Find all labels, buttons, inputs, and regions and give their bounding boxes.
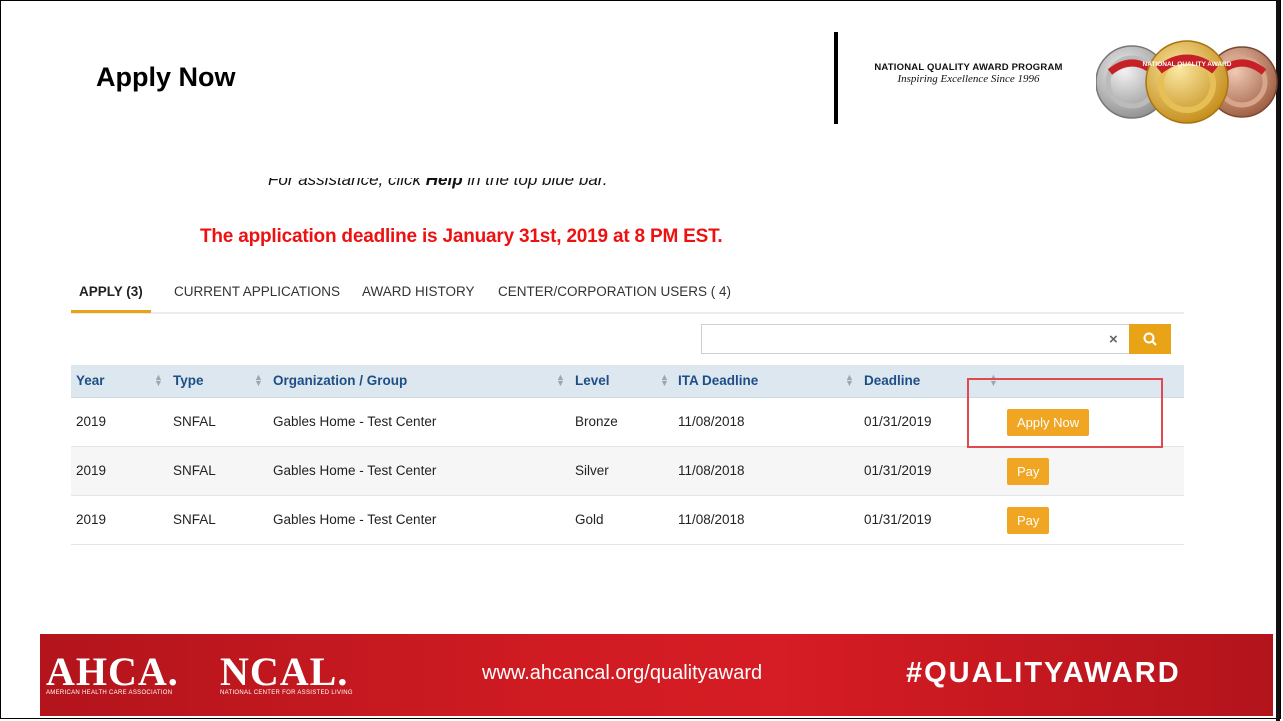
- sort-icon[interactable]: ▲ ▼: [660, 373, 669, 388]
- cell-year: 2019: [76, 463, 107, 478]
- tab-bar: APPLY (3) CURRENT APPLICATIONS AWARD HIS…: [71, 284, 1184, 314]
- cell-deadline: 01/31/2019: [864, 414, 932, 429]
- footer-banner: AHCA. AMERICAN HEALTH CARE ASSOCIATION N…: [40, 634, 1273, 716]
- ncal-subtitle: NATIONAL CENTER FOR ASSISTED LIVING: [220, 690, 353, 696]
- assistance-prefix: For assistance, click: [268, 178, 426, 189]
- ahca-subtitle: AMERICAN HEALTH CARE ASSOCIATION: [46, 690, 173, 696]
- sort-icon[interactable]: ▲ ▼: [556, 373, 565, 388]
- slide-frame: [0, 0, 1281, 719]
- cell-year: 2019: [76, 414, 107, 429]
- cell-deadline: 01/31/2019: [864, 463, 932, 478]
- cell-organization: Gables Home - Test Center: [273, 512, 437, 527]
- cell-ita-deadline: 11/08/2018: [678, 512, 745, 527]
- cell-deadline: 01/31/2019: [864, 512, 932, 527]
- cell-level: Silver: [575, 463, 609, 478]
- assistance-suffix: in the top blue bar.: [462, 178, 608, 189]
- cell-type: SNFAL: [173, 463, 216, 478]
- cell-organization: Gables Home - Test Center: [273, 463, 437, 478]
- cell-type: SNFAL: [173, 414, 216, 429]
- ahca-logo: AHCA.: [46, 649, 179, 694]
- tab-apply[interactable]: APPLY (3): [71, 284, 151, 313]
- clear-icon[interactable]: ×: [1109, 331, 1118, 348]
- col-organization[interactable]: Organization / Group: [273, 373, 407, 388]
- col-ita-deadline[interactable]: ITA Deadline: [678, 373, 758, 388]
- ncal-logo: NCAL.: [220, 649, 349, 694]
- col-year[interactable]: Year: [76, 373, 105, 388]
- search-button[interactable]: [1129, 324, 1171, 354]
- highlight-box: [967, 378, 1163, 448]
- cell-type: SNFAL: [173, 512, 216, 527]
- assistance-note: For assistance, click Help in the top bl…: [268, 178, 608, 196]
- sort-icon[interactable]: ▲ ▼: [254, 373, 263, 388]
- search-icon: [1143, 332, 1157, 346]
- slide-title: Apply Now: [96, 62, 236, 92]
- tab-current-applications[interactable]: CURRENT APPLICATIONS: [166, 284, 348, 310]
- header-divider: [834, 32, 838, 124]
- svg-text:NATIONAL QUALITY AWARD: NATIONAL QUALITY AWARD: [1143, 61, 1232, 68]
- cell-ita-deadline: 11/08/2018: [678, 414, 745, 429]
- award-medals-logo: NATIONAL QUALITY AWARD: [1096, 40, 1278, 124]
- gold-medal: NATIONAL QUALITY AWARD: [1143, 40, 1232, 124]
- table-row: 2019 SNFAL Gables Home - Test Center Sil…: [71, 447, 1184, 496]
- program-name: NATIONAL QUALITY AWARD PROGRAM: [874, 62, 1063, 73]
- cell-organization: Gables Home - Test Center: [273, 414, 437, 429]
- col-deadline[interactable]: Deadline: [864, 373, 920, 388]
- pay-button[interactable]: Pay: [1007, 458, 1050, 485]
- search-box: ×: [701, 324, 1171, 354]
- tab-award-history[interactable]: AWARD HISTORY: [354, 284, 483, 310]
- tab-center-corporation-users[interactable]: CENTER/CORPORATION USERS ( 4): [490, 284, 739, 310]
- search-input[interactable]: [702, 325, 1118, 353]
- sort-icon[interactable]: ▲ ▼: [154, 373, 163, 388]
- table-row: 2019 SNFAL Gables Home - Test Center Gol…: [71, 496, 1184, 545]
- footer-hashtag: #QUALITYAWARD: [906, 657, 1181, 689]
- assistance-help-word: Help: [425, 178, 463, 189]
- program-tagline: Inspiring Excellence Since 1996: [897, 73, 1040, 85]
- deadline-notice: The application deadline is January 31st…: [200, 226, 723, 247]
- cell-level: Bronze: [575, 414, 618, 429]
- col-level[interactable]: Level: [575, 373, 610, 388]
- cell-ita-deadline: 11/08/2018: [678, 463, 745, 478]
- sort-icon[interactable]: ▲ ▼: [845, 373, 854, 388]
- program-logo-text: NATIONAL QUALITY AWARD PROGRAM Inspiring…: [856, 62, 1081, 85]
- cell-year: 2019: [76, 512, 107, 527]
- footer-url: www.ahcancal.org/qualityaward: [482, 662, 763, 684]
- col-type[interactable]: Type: [173, 373, 204, 388]
- pay-button[interactable]: Pay: [1007, 507, 1050, 534]
- cell-level: Gold: [575, 512, 604, 527]
